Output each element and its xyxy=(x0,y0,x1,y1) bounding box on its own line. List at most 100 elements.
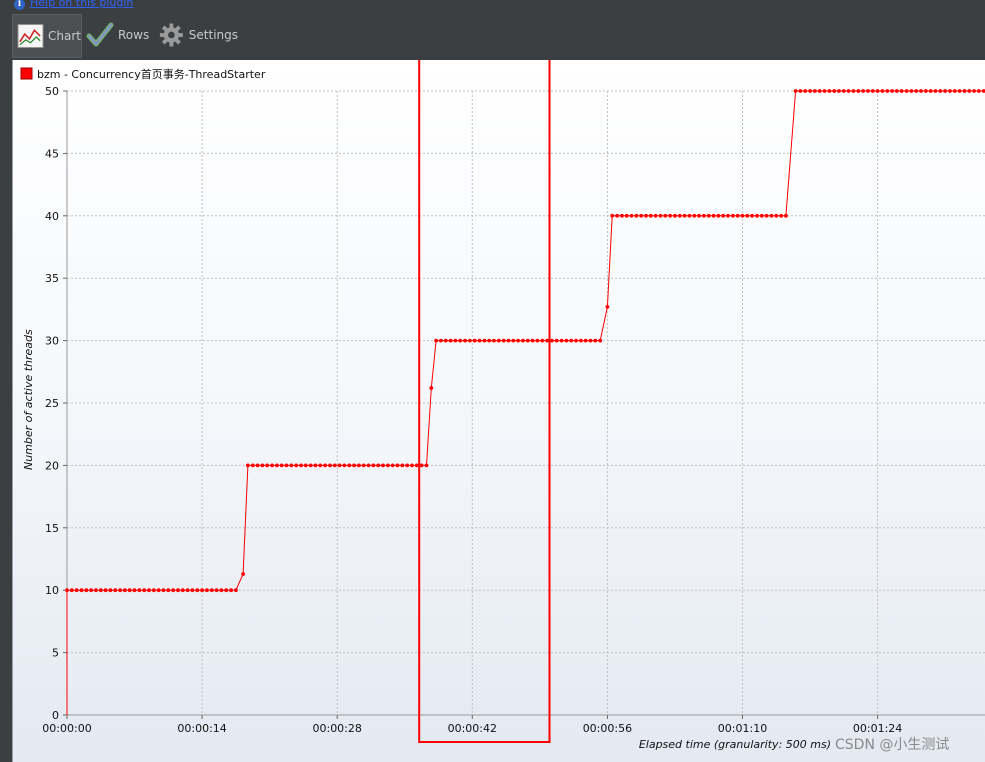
data-point xyxy=(914,89,919,93)
data-point xyxy=(644,213,648,218)
data-point xyxy=(550,338,554,343)
chart-icon xyxy=(17,23,44,49)
tab-bar: Chart Rows Settings xyxy=(0,14,985,58)
data-point xyxy=(79,588,84,593)
data-point xyxy=(108,588,113,593)
data-point xyxy=(697,213,701,218)
axes: 0 5 10 15 20 25 30 35 40 45 50 00:00:00 00:00:14 00:0… xyxy=(42,85,985,735)
data-point xyxy=(352,463,356,468)
data-point xyxy=(506,338,511,343)
data-point xyxy=(554,338,559,343)
data-point xyxy=(726,213,730,218)
data-point xyxy=(540,338,545,343)
tab-rows[interactable]: Rows xyxy=(86,14,156,56)
x-tick-label: 00:01:10 xyxy=(718,722,767,735)
tab-chart[interactable]: Chart xyxy=(12,14,82,58)
data-point xyxy=(933,89,938,93)
data-point xyxy=(439,338,443,343)
data-point xyxy=(668,213,672,218)
data-point xyxy=(405,463,410,468)
data-point xyxy=(677,213,682,218)
data-point xyxy=(909,89,914,93)
data-point xyxy=(948,89,952,93)
data-point xyxy=(583,338,588,343)
data-point xyxy=(924,89,928,93)
data-point xyxy=(492,338,496,343)
data-point xyxy=(967,89,972,93)
data-point xyxy=(171,588,176,593)
data-point xyxy=(928,89,933,93)
data-point xyxy=(530,338,535,343)
gear-icon xyxy=(159,23,183,47)
data-point xyxy=(69,588,74,593)
x-tick-label: 00:00:56 xyxy=(583,722,632,735)
tab-rows-label: Rows xyxy=(118,28,150,42)
data-point xyxy=(866,89,870,93)
data-point xyxy=(837,89,841,93)
data-point xyxy=(511,338,516,343)
data-point xyxy=(443,338,448,343)
data-point xyxy=(214,588,219,593)
data-point xyxy=(448,338,453,343)
data-point xyxy=(813,89,817,93)
data-point xyxy=(673,213,677,218)
data-point xyxy=(270,463,274,468)
data-point xyxy=(366,463,371,468)
data-point xyxy=(759,213,764,218)
data-point xyxy=(434,338,438,343)
tab-settings[interactable]: Settings xyxy=(158,14,238,56)
data-point xyxy=(716,213,721,218)
y-tick-label: 30 xyxy=(45,335,59,348)
data-point xyxy=(962,89,967,93)
info-icon: i xyxy=(14,0,25,10)
data-point xyxy=(289,463,294,468)
y-tick-label: 15 xyxy=(45,522,59,535)
data-point xyxy=(487,338,492,343)
data-point xyxy=(255,463,260,468)
data-point xyxy=(313,463,318,468)
data-point xyxy=(376,463,381,468)
data-point xyxy=(209,588,214,593)
series-layer xyxy=(65,89,985,715)
data-point xyxy=(648,213,653,218)
data-point xyxy=(559,338,564,343)
data-point xyxy=(870,89,875,93)
y-tick-label: 50 xyxy=(45,85,59,98)
data-point xyxy=(750,213,754,218)
data-point xyxy=(605,305,610,309)
data-point xyxy=(904,89,909,93)
data-point xyxy=(755,213,759,218)
data-point xyxy=(692,213,697,218)
data-point xyxy=(400,463,405,468)
data-point xyxy=(357,463,361,468)
data-point xyxy=(952,89,957,93)
data-point xyxy=(588,338,593,343)
x-tick-label: 00:00:28 xyxy=(312,722,361,735)
data-point xyxy=(769,213,774,218)
data-point xyxy=(147,588,151,593)
x-axis-title: Elapsed time (granularity: 500 ms) xyxy=(639,738,831,751)
help-link[interactable]: Help on this plugin xyxy=(30,0,133,9)
data-point xyxy=(118,588,122,593)
data-point xyxy=(856,89,861,93)
data-point xyxy=(535,338,540,343)
watermark: CSDN @小生测试 xyxy=(835,737,949,753)
data-point xyxy=(468,338,472,343)
data-point xyxy=(395,463,400,468)
data-point xyxy=(687,213,692,218)
data-point xyxy=(779,213,783,218)
data-point xyxy=(861,89,865,93)
data-point xyxy=(629,213,634,218)
data-point xyxy=(803,89,808,93)
data-point xyxy=(943,89,947,93)
data-point xyxy=(808,89,812,93)
data-point xyxy=(342,463,347,468)
data-point xyxy=(615,213,619,218)
data-point xyxy=(337,463,342,468)
y-tick-label: 20 xyxy=(45,459,59,472)
data-point xyxy=(332,463,337,468)
data-point xyxy=(885,89,890,93)
data-point xyxy=(123,588,127,593)
data-point xyxy=(246,463,250,468)
data-point xyxy=(880,89,885,93)
